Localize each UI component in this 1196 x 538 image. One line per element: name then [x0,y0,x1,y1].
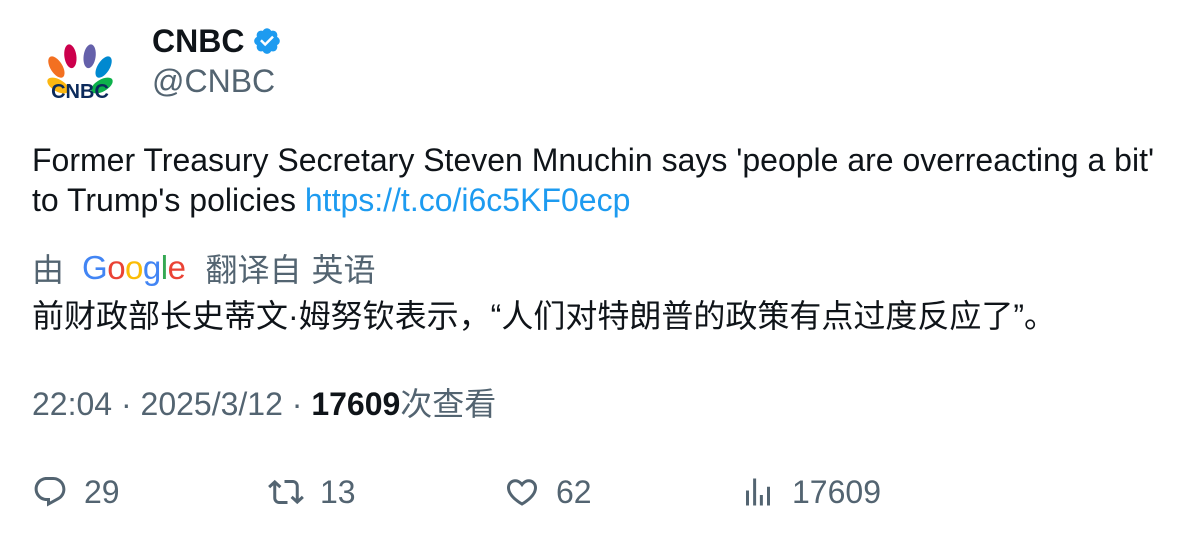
tweet-text: Former Treasury Secretary Steven Mnuchin… [32,140,1172,220]
google-logo: Google [82,249,186,287]
views-action-count: 17609 [792,473,881,510]
google-letter: e [167,249,186,286]
views-count: 17609 [311,386,401,422]
retweet-icon [268,479,304,505]
author-name-row: CNBC [152,22,282,60]
tweet-meta: 22:04 · 2025/3/12 · 17609次查看 [32,382,496,426]
tweet-date[interactable]: 2025/3/12 [141,386,283,422]
cnbc-peacock-logo: CNBC [47,44,113,103]
google-letter: o [125,249,143,286]
retweet-button[interactable]: 13 [268,470,356,514]
verified-badge-icon [254,28,281,54]
like-button[interactable]: 62 [504,470,592,514]
retweet-count: 13 [320,473,356,510]
author-handle[interactable]: @CNBC [152,62,275,100]
google-letter: g [142,249,161,286]
tweet-time[interactable]: 22:04 [32,386,112,422]
tweet-link[interactable]: https://t.co/i6c5KF0ecp [305,182,631,218]
translated-text: 前财政部长史蒂文·姆努钦表示，“人们对特朗普的政策有点过度反应了”。 [32,298,1056,334]
google-letter: l [160,249,168,286]
meta-separator: · [282,386,312,422]
tweet-actions: 29 13 62 17609 [32,470,1172,514]
google-letter: o [107,249,126,286]
analytics-icon [746,478,770,506]
reply-icon [34,477,66,507]
views-button[interactable]: 17609 [740,470,881,514]
translated-from-label: 翻译自 [205,252,302,288]
like-count: 62 [556,473,592,510]
reply-button[interactable]: 29 [32,470,120,514]
svg-text:CNBC: CNBC [51,81,109,103]
translation-attribution: 由 Google 翻译自 英语 [32,246,376,290]
google-letter: G [82,249,108,286]
avatar[interactable]: CNBC [30,20,130,120]
display-name[interactable]: CNBC [152,22,244,60]
translated-by-label: 由 [32,252,65,288]
reply-count: 29 [84,473,120,510]
views-label: 次查看 [400,386,497,422]
meta-separator: · [112,386,141,422]
heart-icon [506,479,538,506]
source-language: 英语 [311,252,376,288]
